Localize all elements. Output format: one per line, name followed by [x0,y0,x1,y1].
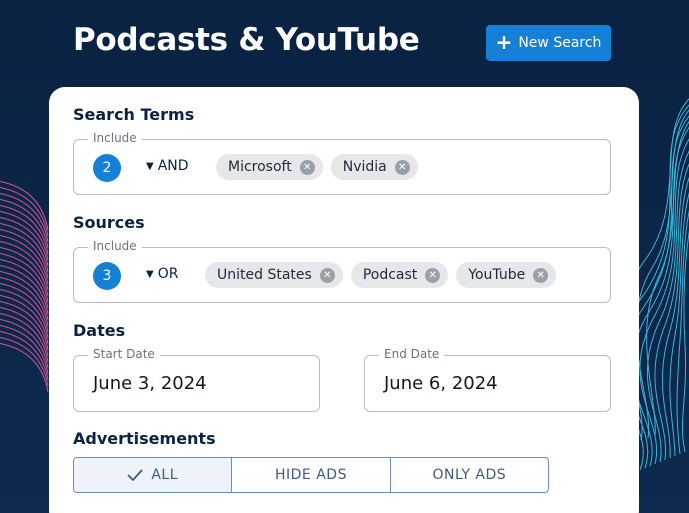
remove-chip-icon[interactable]: ✕ [299,159,315,175]
ads-option-only-ads[interactable]: ONLY ADS [391,458,548,492]
chip-united-states: United States ✕ [205,262,343,288]
remove-chip-icon[interactable]: ✕ [394,159,410,175]
sources-chips: United States ✕ Podcast ✕ YouTube ✕ [205,262,557,288]
chip-podcast: Podcast ✕ [350,262,449,288]
chip-label: Microsoft [228,159,292,175]
chip-microsoft: Microsoft ✕ [216,154,323,180]
chip-nvidia: Nvidia ✕ [330,154,418,180]
sources-count-badge: 3 [93,262,121,290]
chip-label: Nvidia [342,159,387,175]
search-terms-operator-select[interactable]: ▼ AND [146,158,189,174]
ads-option-label: HIDE ADS [275,467,347,483]
caret-down-icon: ▼ [146,268,154,280]
start-date-legend: Start Date [88,347,160,361]
ads-option-label: ALL [151,467,178,483]
end-date-value: June 6, 2024 [384,373,498,394]
sources-field[interactable]: Include 3 ▼ OR United States ✕ Podcast ✕… [73,239,611,303]
sources-include-legend: Include [88,239,142,253]
search-terms-include-legend: Include [88,131,142,145]
new-search-button[interactable]: + New Search [486,25,611,61]
search-terms-chips: Microsoft ✕ Nvidia ✕ [216,154,418,180]
sources-operator: OR [157,266,179,282]
search-form-card: Search Terms Include 2 ▼ AND Microsoft ✕… [49,87,639,513]
end-date-legend: End Date [379,347,445,361]
search-terms-field[interactable]: Include 2 ▼ AND Microsoft ✕ Nvidia ✕ [73,131,611,195]
sources-operator-select[interactable]: ▼ OR [146,266,178,282]
ads-option-label: ONLY ADS [432,467,507,483]
sources-heading: Sources [73,213,145,232]
page-title: Podcasts & YouTube [73,22,420,58]
chip-label: YouTube [468,267,526,283]
remove-chip-icon[interactable]: ✕ [425,267,441,283]
ads-option-hide-ads[interactable]: HIDE ADS [232,458,391,492]
advertisements-toggle-group: ALL HIDE ADS ONLY ADS [73,457,549,493]
dates-heading: Dates [73,321,126,340]
search-terms-count-badge: 2 [93,154,121,182]
search-terms-heading: Search Terms [73,105,195,124]
chip-label: United States [217,267,312,283]
advertisements-heading: Advertisements [73,429,216,448]
chip-youtube: YouTube ✕ [456,262,557,288]
plus-icon: + [495,30,513,54]
start-date-value: June 3, 2024 [93,373,207,394]
new-search-label: New Search [518,35,602,51]
check-icon [127,469,143,481]
remove-chip-icon[interactable]: ✕ [533,267,549,283]
ads-option-all[interactable]: ALL [74,458,233,492]
remove-chip-icon[interactable]: ✕ [319,267,335,283]
search-terms-operator: AND [157,158,189,174]
end-date-field[interactable]: End Date June 6, 2024 [364,347,611,412]
start-date-field[interactable]: Start Date June 3, 2024 [73,347,320,412]
caret-down-icon: ▼ [146,160,154,172]
chip-label: Podcast [362,267,418,283]
